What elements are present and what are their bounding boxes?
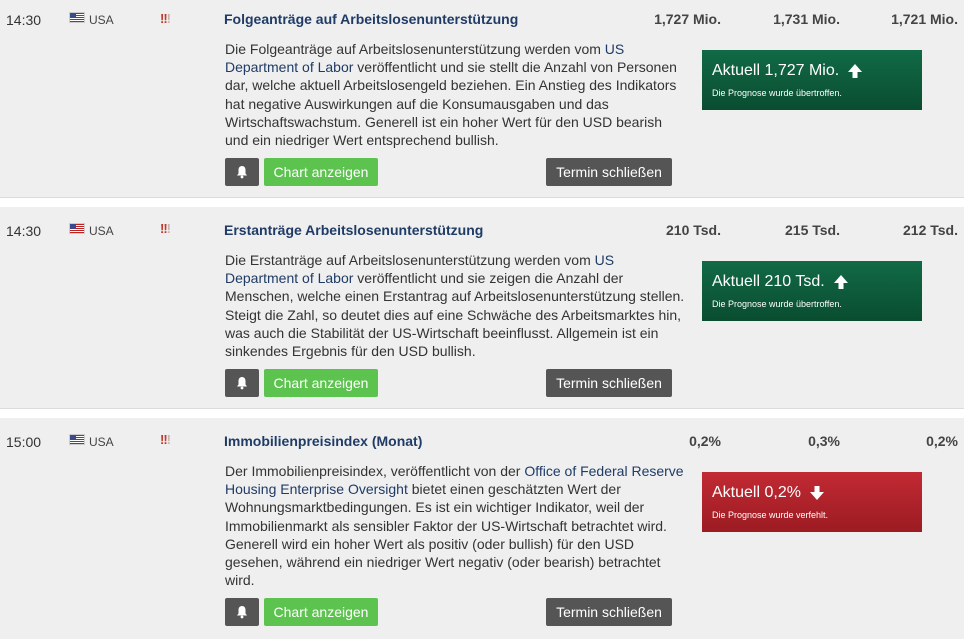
impact-icon: !!! [160, 432, 171, 447]
description-text: Die Folgeanträge auf Arbeitslosenunterst… [225, 41, 605, 57]
event-row: 14:30 USA !!! Erstanträge Arbeitslosenun… [0, 207, 964, 409]
event-time: 14:30 [6, 223, 42, 239]
actual-result-box: Aktuell 1,727 Mio. Die Prognose wurde üb… [702, 50, 922, 110]
event-description: Die Folgeanträge auf Arbeitslosenunterst… [225, 40, 685, 149]
impact-icon: !!! [160, 221, 171, 236]
bell-icon [237, 606, 247, 619]
show-chart-button[interactable]: Chart anzeigen [264, 598, 378, 626]
event-row: 15:00 USA !!! Immobilienpreisindex (Mona… [0, 418, 964, 639]
show-chart-button[interactable]: Chart anzeigen [264, 369, 378, 397]
close-event-button[interactable]: Termin schließen [546, 598, 672, 626]
alert-bell-button[interactable] [225, 369, 259, 397]
event-title[interactable]: Erstanträge Arbeitslosenunterstützung [224, 222, 483, 238]
show-chart-button[interactable]: Chart anzeigen [264, 158, 378, 186]
actual-value: 210 Tsd. [666, 222, 721, 238]
forecast-value: 215 Tsd. [785, 222, 840, 238]
us-flag-icon [69, 434, 85, 445]
event-description: Der Immobilienpreisindex, veröffentlicht… [225, 462, 685, 589]
event-time: 14:30 [6, 12, 42, 28]
alert-bell-button[interactable] [225, 158, 259, 186]
event-country: USA [89, 435, 114, 449]
event-title[interactable]: Immobilienpreisindex (Monat) [224, 433, 422, 449]
description-text: bietet einen geschätzten Wert der Wohnun… [225, 481, 667, 589]
event-country: USA [89, 224, 114, 238]
alert-bell-button[interactable] [225, 598, 259, 626]
previous-value: 1,721 Mio. [891, 11, 958, 27]
previous-value: 212 Tsd. [903, 222, 958, 238]
bell-icon [237, 166, 247, 179]
actual-result-box: Aktuell 0,2% Die Prognose wurde verfehlt… [702, 472, 922, 532]
arrow-down-icon [809, 486, 824, 500]
actual-label: Aktuell 1,727 Mio. [712, 62, 840, 79]
impact-icon: !!! [160, 11, 171, 26]
actual-label: Aktuell 210 Tsd. [712, 273, 825, 290]
actual-value: 1,727 Mio. [654, 11, 721, 27]
forecast-value: 1,731 Mio. [773, 11, 840, 27]
forecast-note: Die Prognose wurde übertroffen. [712, 299, 842, 309]
description-text: Der Immobilienpreisindex, veröffentlicht… [225, 463, 525, 479]
close-event-button[interactable]: Termin schließen [546, 369, 672, 397]
forecast-value: 0,3% [808, 433, 840, 449]
description-text: Die Erstanträge auf Arbeitslosenunterstü… [225, 252, 595, 268]
event-title[interactable]: Folgeanträge auf Arbeitslosenunterstützu… [224, 11, 518, 27]
arrow-up-icon [848, 64, 863, 78]
us-flag-icon [69, 12, 85, 23]
bell-icon [237, 377, 247, 390]
arrow-up-icon [833, 275, 848, 289]
forecast-note: Die Prognose wurde verfehlt. [712, 510, 829, 520]
actual-value: 0,2% [689, 433, 721, 449]
actual-result-box: Aktuell 210 Tsd. Die Prognose wurde über… [702, 261, 922, 321]
event-time: 15:00 [6, 434, 42, 450]
forecast-note: Die Prognose wurde übertroffen. [712, 88, 842, 98]
event-row: 14:30 USA !!! Folgeanträge auf Arbeitslo… [0, 0, 964, 198]
close-event-button[interactable]: Termin schließen [546, 158, 672, 186]
event-description: Die Erstanträge auf Arbeitslosenunterstü… [225, 251, 685, 360]
us-flag-icon [69, 223, 85, 234]
actual-label: Aktuell 0,2% [712, 484, 801, 501]
previous-value: 0,2% [926, 433, 958, 449]
event-country: USA [89, 13, 114, 27]
